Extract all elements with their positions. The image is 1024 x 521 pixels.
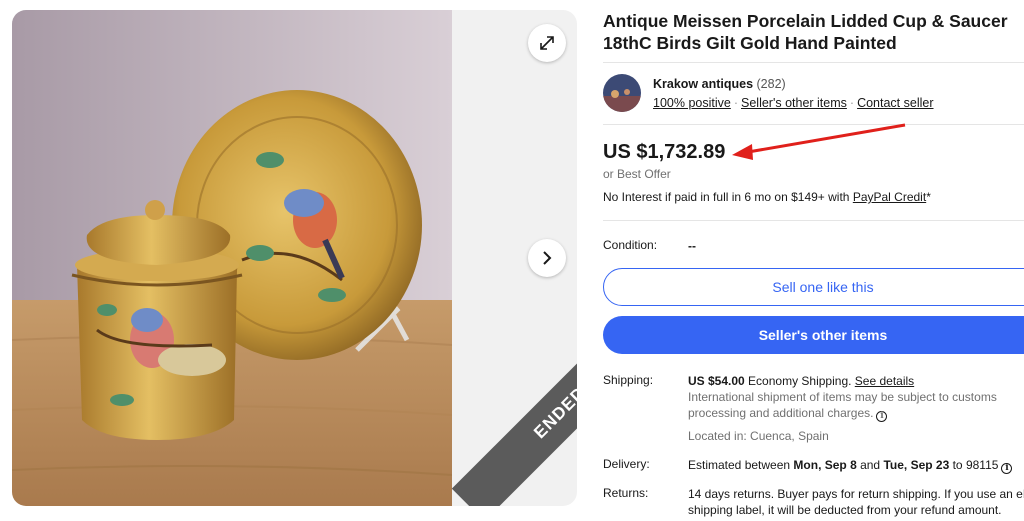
positive-feedback-link[interactable]: 100% positive	[653, 96, 731, 110]
intl-note-line1: International shipment of items may be s…	[688, 390, 997, 404]
shipping-info: US $54.00 Economy Shipping. See details	[688, 373, 1024, 389]
paypal-credit-line: No Interest if paid in full in 6 mo on $…	[603, 190, 931, 204]
delivery-to: to 98115	[949, 458, 999, 472]
intl-shipment-note: International shipment of items may be s…	[688, 389, 1024, 422]
seller-name[interactable]: Krakow antiques (282)	[653, 77, 786, 91]
listing-title: Antique Meissen Porcelain Lidded Cup & S…	[603, 11, 1008, 53]
delivery-label: Delivery:	[603, 457, 650, 471]
shipping-cost: US $54.00	[688, 374, 745, 388]
annotation-arrow	[732, 123, 906, 160]
sell-one-like-this-button[interactable]: Sell one like this	[603, 268, 1024, 306]
seller-other-items-button[interactable]: Seller's other items	[603, 316, 1024, 354]
expand-button[interactable]	[528, 24, 566, 62]
returns-line2: shipping label, it will be deducted from…	[688, 503, 1002, 517]
info-icon[interactable]: i	[1001, 462, 1013, 474]
separator: ·	[849, 96, 855, 110]
next-image-button[interactable]	[528, 239, 566, 277]
price: US $1,732.89	[603, 141, 726, 163]
delivery-prefix: Estimated between	[688, 458, 794, 472]
contact-seller-link[interactable]: Contact seller	[857, 96, 933, 110]
divider	[603, 62, 1024, 63]
credit-suffix: *	[926, 190, 931, 204]
seller-avatar[interactable]	[603, 74, 641, 112]
returns-label: Returns:	[603, 486, 649, 500]
divider	[603, 220, 1024, 221]
image-gallery: ENDED	[12, 10, 577, 506]
seller-name-text[interactable]: Krakow antiques	[653, 77, 753, 91]
delivery-start: Mon, Sep 8	[793, 458, 857, 472]
expand-icon	[540, 36, 554, 50]
seller-links: 100% positive · Seller's other items · Conta…	[653, 96, 934, 110]
credit-text: No Interest if paid in full in 6 mo on $…	[603, 190, 853, 204]
condition-label: Condition:	[603, 238, 658, 252]
shipping-label: Shipping:	[603, 373, 654, 387]
chevron-right-icon	[543, 251, 552, 265]
best-offer-text: or Best Offer	[603, 167, 671, 181]
item-location: Located in: Cuenca, Spain	[688, 429, 829, 443]
product-photo[interactable]	[12, 10, 452, 506]
intl-note-line2-wrap: processing and additional charges. i	[688, 405, 1024, 422]
seller-other-items-link[interactable]: Seller's other items	[741, 96, 847, 110]
delivery-and: and	[856, 458, 884, 472]
separator: ·	[733, 96, 738, 110]
returns-line1: 14 days returns. Buyer pays for return s…	[688, 487, 1024, 501]
delivery-estimate: Estimated between Mon, Sep 8 and Tue, Se…	[688, 457, 1024, 474]
seller-feedback-count: (282)	[756, 77, 786, 91]
see-details-link[interactable]: See details	[855, 374, 914, 388]
condition-value: --	[688, 239, 696, 253]
intl-note-line2: processing and additional charges.	[688, 406, 874, 420]
ended-ribbon: ENDED	[451, 304, 577, 506]
paypal-credit-link[interactable]: PayPal Credit	[853, 190, 926, 204]
returns-info: 14 days returns. Buyer pays for return s…	[688, 486, 1024, 518]
info-icon[interactable]: i	[876, 410, 888, 422]
delivery-end: Tue, Sep 23	[883, 458, 950, 472]
shipping-method: Economy Shipping.	[744, 374, 855, 388]
